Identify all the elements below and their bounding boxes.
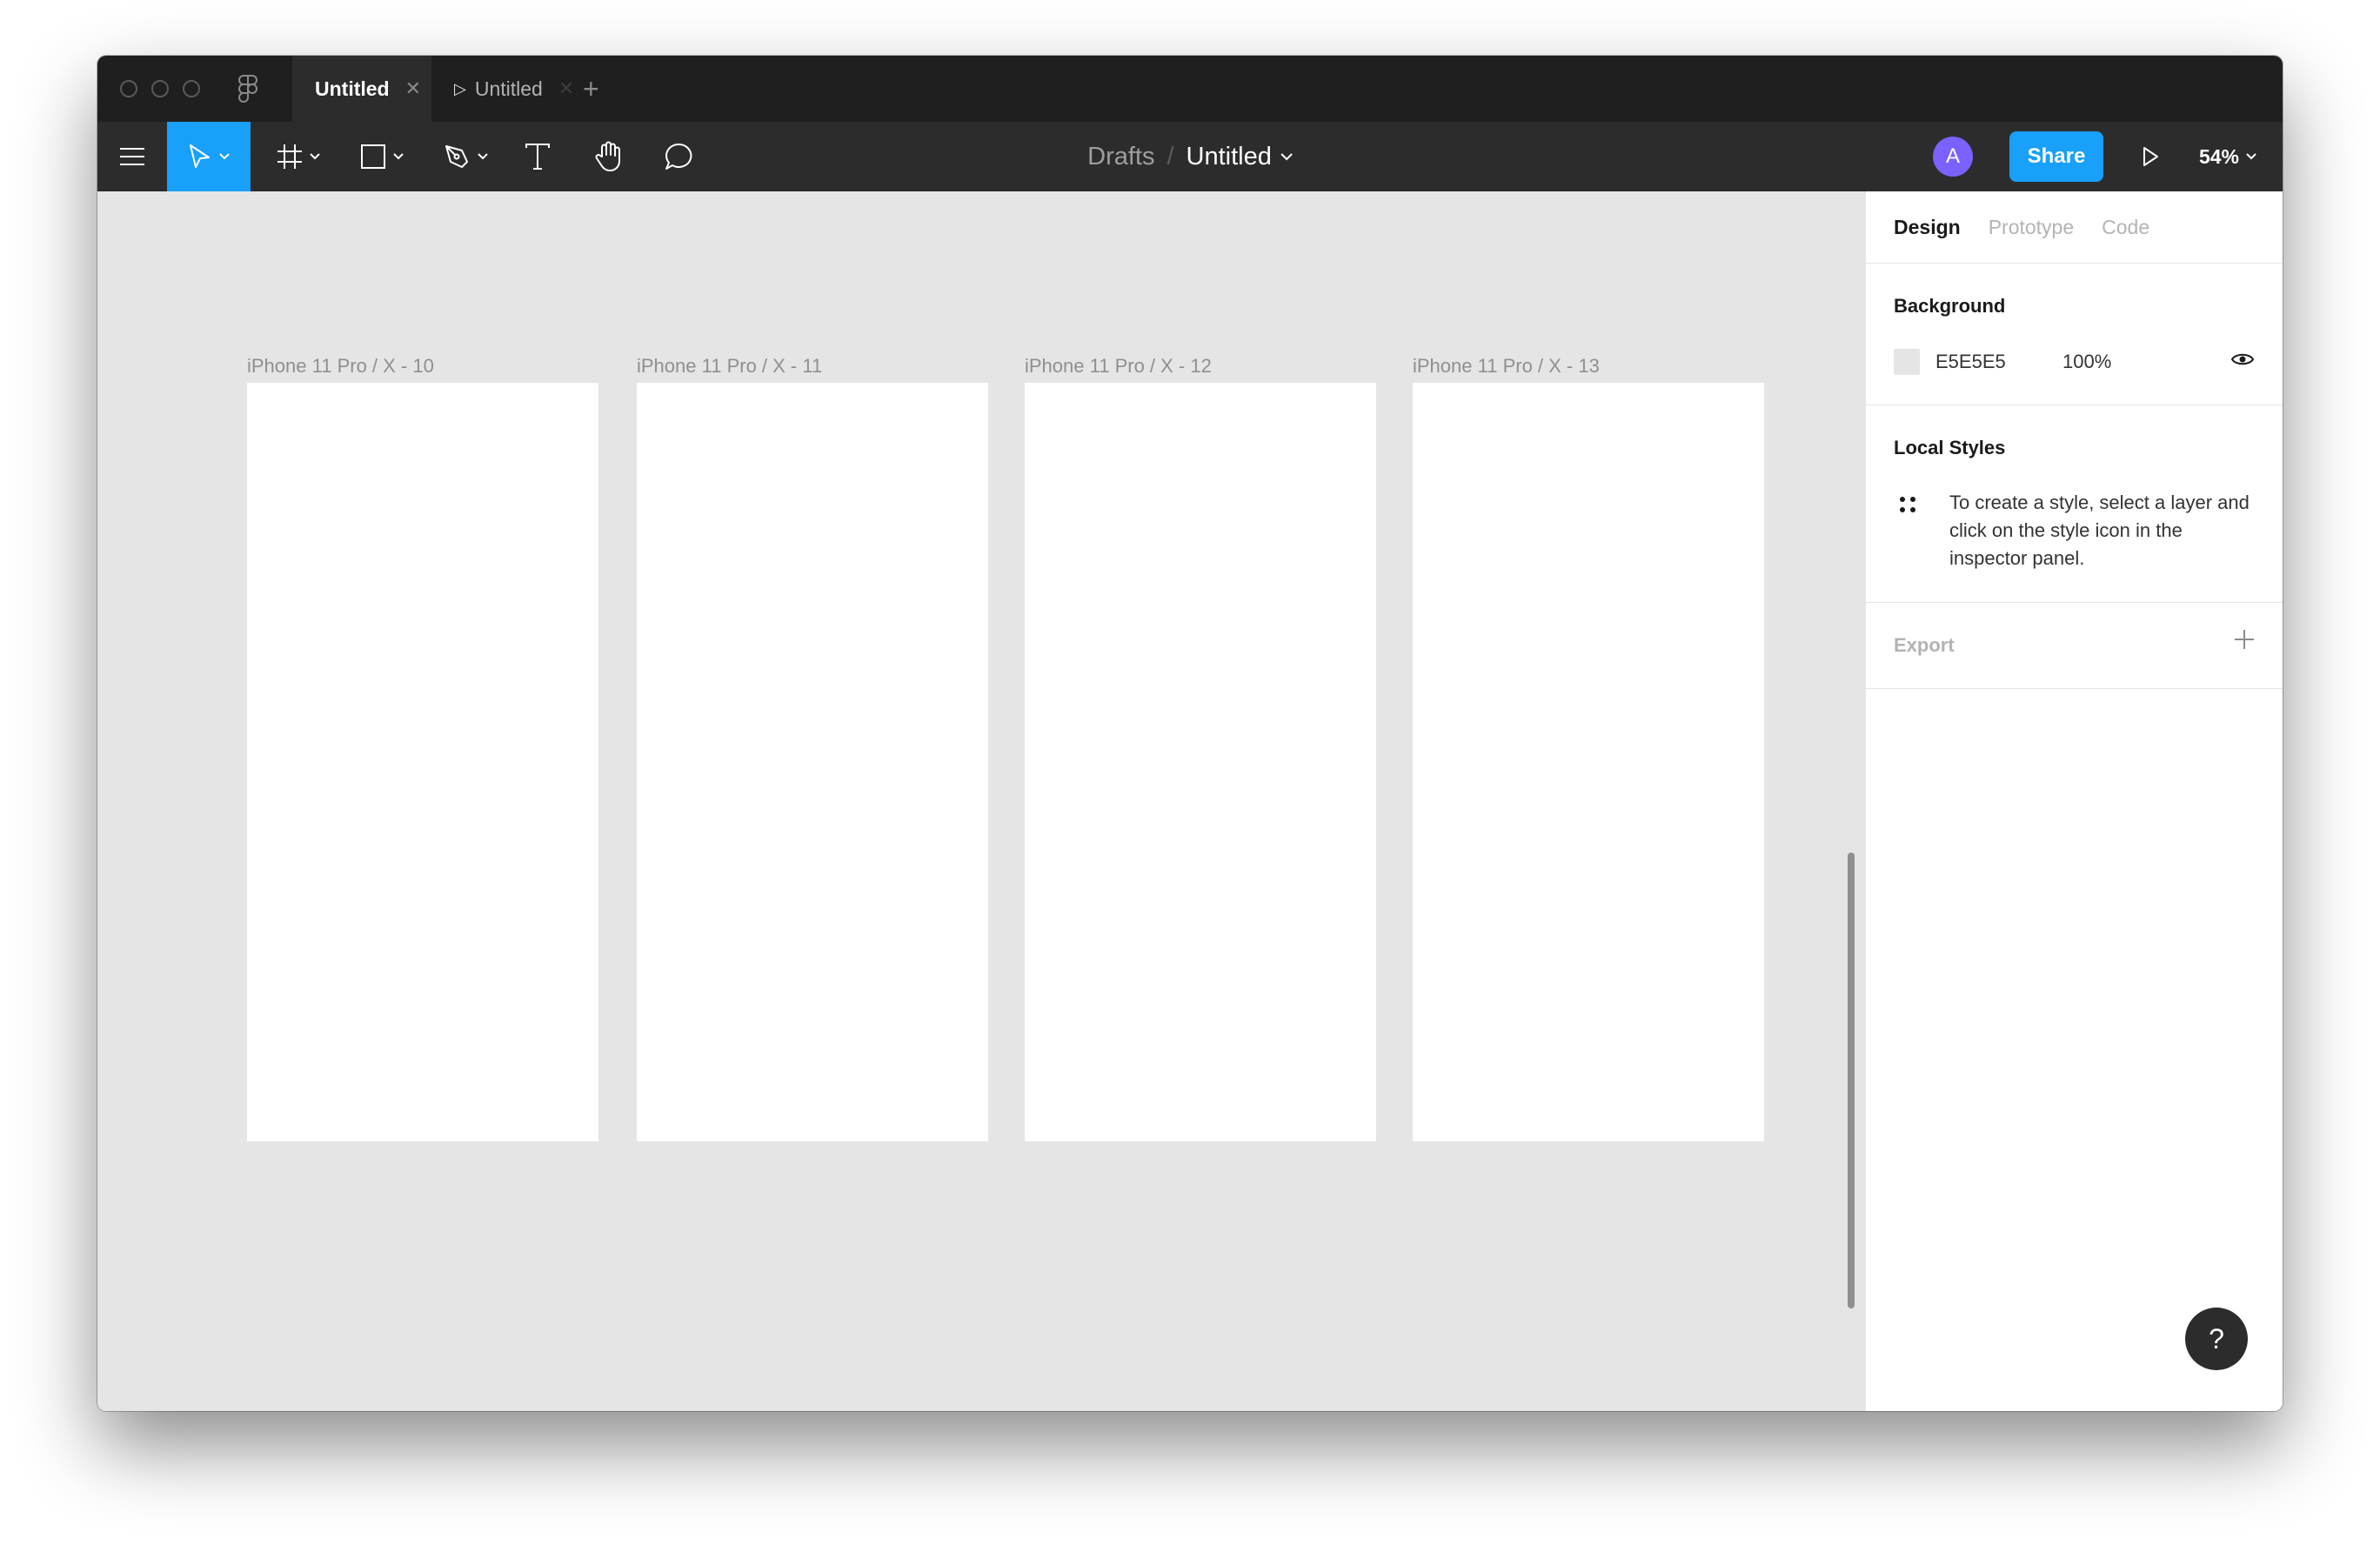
breadcrumb: Drafts / Untitled — [1087, 122, 1293, 191]
frame-label[interactable]: iPhone 11 Pro / X - 11 — [637, 355, 822, 378]
export-title: Export — [1894, 634, 1955, 656]
add-export-plus-icon[interactable] — [2234, 629, 2255, 650]
new-tab-plus-icon[interactable]: + — [583, 75, 599, 103]
canvas-scrollbar[interactable] — [1848, 853, 1855, 1308]
breadcrumb-drafts-link[interactable]: Drafts — [1087, 143, 1154, 171]
pen-tool-button[interactable] — [428, 122, 503, 191]
background-row: E5E5E5 100% — [1894, 347, 2255, 377]
canvas[interactable]: iPhone 11 Pro / X - 10 iPhone 11 Pro / X… — [97, 191, 1865, 1411]
main-menu-button[interactable] — [97, 122, 167, 191]
rectangle-tool-button[interactable] — [344, 122, 419, 191]
file-name-button[interactable]: Untitled — [1187, 143, 1272, 171]
style-icon — [1900, 497, 1915, 512]
tab-prototype[interactable]: Prototype — [1989, 216, 2074, 239]
background-title: Background — [1894, 295, 2006, 317]
background-section: Background E5E5E5 100% — [1866, 264, 2283, 405]
frame-label[interactable]: iPhone 11 Pro / X - 10 — [247, 355, 434, 378]
zoom-dropdown[interactable]: 54% — [2199, 145, 2256, 169]
frame-iphone-11[interactable] — [637, 383, 988, 1141]
chevron-down-icon — [219, 153, 230, 160]
title-bar: Untitled ✕ ▷ Untitled ✕ + — [97, 56, 2283, 122]
local-styles-hint: To create a style, select a layer and cl… — [1949, 492, 2250, 569]
window-controls — [120, 80, 200, 97]
help-button[interactable]: ? — [2185, 1308, 2248, 1370]
text-icon — [525, 144, 550, 170]
tab-label: Untitled — [474, 77, 543, 100]
present-button[interactable] — [2133, 139, 2168, 174]
tab-untitled-active[interactable]: Untitled ✕ — [292, 56, 431, 122]
frame-iphone-12[interactable] — [1025, 383, 1376, 1141]
frame-label[interactable]: iPhone 11 Pro / X - 12 — [1025, 355, 1212, 378]
toolbar-right: A Share 54% — [1932, 122, 2283, 191]
hand-tool-button[interactable] — [574, 122, 644, 191]
move-tool-button[interactable] — [167, 122, 251, 191]
play-icon: ▷ — [454, 79, 466, 97]
background-opacity-input[interactable]: 100% — [2062, 351, 2111, 373]
pen-icon — [445, 145, 468, 168]
chevron-down-icon — [2246, 153, 2256, 160]
rectangle-icon — [361, 144, 385, 169]
minimize-window-button[interactable] — [151, 80, 169, 97]
figma-window: Untitled ✕ ▷ Untitled ✕ + Drafts / Untit… — [97, 56, 2283, 1411]
frame-iphone-13[interactable] — [1413, 383, 1764, 1141]
share-button[interactable]: Share — [2009, 131, 2103, 182]
frame-iphone-10[interactable] — [247, 383, 598, 1141]
close-icon[interactable]: ✕ — [558, 77, 574, 100]
background-hex-input[interactable]: E5E5E5 — [1935, 351, 2062, 373]
text-tool-button[interactable] — [506, 122, 569, 191]
tab-code[interactable]: Code — [2102, 216, 2149, 239]
frame-icon — [277, 144, 302, 169]
chevron-down-icon — [393, 153, 404, 160]
zoom-window-button[interactable] — [183, 80, 200, 97]
local-styles-section: Local Styles To create a style, select a… — [1866, 405, 2283, 603]
hand-icon — [595, 141, 620, 171]
hamburger-icon — [120, 148, 144, 165]
panel-tabs: Design Prototype Code — [1866, 191, 2283, 264]
close-window-button[interactable] — [120, 80, 137, 97]
avatar[interactable]: A — [1932, 137, 1973, 177]
tab-design[interactable]: Design — [1894, 216, 1961, 239]
tab-label: Untitled — [315, 77, 390, 100]
background-color-swatch[interactable] — [1894, 349, 1920, 375]
breadcrumb-separator: / — [1167, 142, 1174, 171]
toolbar: Drafts / Untitled A Share 54% — [97, 122, 2283, 191]
chevron-down-icon — [478, 153, 488, 160]
frame-label[interactable]: iPhone 11 Pro / X - 13 — [1413, 355, 1600, 378]
properties-panel: Design Prototype Code Background E5E5E5 … — [1865, 191, 2283, 1411]
chevron-down-icon[interactable] — [1280, 152, 1293, 161]
comment-icon — [665, 143, 692, 170]
cursor-icon — [190, 144, 210, 168]
play-icon — [2143, 147, 2158, 166]
tab-untitled-prototype[interactable]: ▷ Untitled ✕ — [431, 56, 574, 122]
close-icon[interactable]: ✕ — [405, 77, 421, 100]
export-section: Export — [1866, 603, 2283, 689]
eye-icon[interactable] — [2230, 351, 2255, 368]
local-styles-title: Local Styles — [1894, 437, 2006, 458]
figma-logo-icon[interactable] — [238, 75, 257, 103]
comment-tool-button[interactable] — [644, 122, 713, 191]
chevron-down-icon — [310, 153, 320, 160]
zoom-level: 54% — [2198, 144, 2239, 168]
frame-tool-button[interactable] — [261, 122, 336, 191]
